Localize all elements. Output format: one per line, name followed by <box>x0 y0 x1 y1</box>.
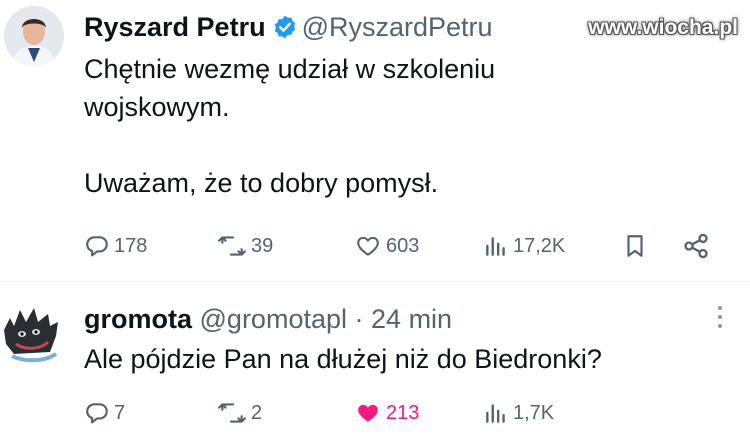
tweet-body: Ale pójdzie Pan na dłużej niż do Biedron… <box>84 340 724 378</box>
author-handle[interactable]: @gromotapl <box>200 304 347 334</box>
views-button[interactable]: 1,7K <box>483 398 554 428</box>
author-name[interactable]: Ryszard Petru <box>84 12 266 42</box>
tweet-header: Ryszard Petru @RyszardPetru <box>84 10 493 48</box>
tweet-ryszard-petru[interactable]: Ryszard Petru @RyszardPetru Chętnie wezmę… <box>0 0 750 282</box>
avatar[interactable] <box>4 6 64 66</box>
verified-badge-icon <box>272 14 298 48</box>
author-name[interactable]: gromota <box>84 304 192 334</box>
like-count: 213 <box>386 401 420 424</box>
repost-count: 39 <box>251 234 274 257</box>
share-button[interactable] <box>682 231 710 261</box>
author-handle[interactable]: @RyszardPetru <box>302 12 493 42</box>
more-icon-dot <box>718 324 722 328</box>
views-icon <box>486 404 505 423</box>
bookmark-icon <box>627 235 643 257</box>
reply-button[interactable]: 178 <box>84 231 147 261</box>
repost-icon <box>218 236 246 256</box>
separator-dot: · <box>354 304 364 334</box>
more-icon <box>718 306 722 310</box>
timestamp[interactable]: 24 min <box>371 304 452 334</box>
tweet-reply-gromota[interactable]: gromota @gromotapl · 24 min Ale pójdzie … <box>0 282 750 448</box>
share-icon <box>684 233 708 259</box>
reply-button[interactable]: 7 <box>84 398 125 428</box>
bookmark-button[interactable] <box>622 231 648 261</box>
repost-button[interactable]: 39 <box>217 231 273 261</box>
tweet-body: Chętnie wezmę udział w szkoleniu wojskow… <box>84 50 644 202</box>
tweet-body-paragraph-2: Uważam, że to dobry pomysł. <box>84 168 439 198</box>
like-count: 603 <box>386 234 420 257</box>
tweet-actions: 178 39 603 17,2K <box>84 231 724 261</box>
repost-button[interactable]: 2 <box>217 398 262 428</box>
avatar-cartoon <box>4 308 58 363</box>
tweet-body-paragraph: Ale pójdzie Pan na dłużej niż do Biedron… <box>84 344 602 374</box>
reply-count: 178 <box>114 234 148 257</box>
site-watermark: www.wiocha.pl <box>588 16 738 39</box>
repost-icon <box>218 403 246 423</box>
views-count: 17,2K <box>513 234 566 257</box>
more-icon-dot <box>718 315 722 319</box>
tweet-header: gromota @gromotapl · 24 min <box>84 302 452 336</box>
views-button[interactable]: 17,2K <box>483 231 565 261</box>
tweet-body-paragraph-1: Chętnie wezmę udział w szkoleniu wojskow… <box>84 54 496 122</box>
like-button[interactable]: 603 <box>354 231 419 261</box>
reply-icon <box>86 236 108 257</box>
views-icon <box>486 237 505 256</box>
like-icon <box>357 236 379 256</box>
avatar-photo <box>4 6 64 66</box>
more-options-button[interactable] <box>716 306 724 336</box>
like-button[interactable]: 213 <box>354 398 419 428</box>
tweet-actions: 7 2 213 1,7K <box>84 398 604 428</box>
reply-count: 7 <box>114 401 126 424</box>
repost-count: 2 <box>251 401 263 424</box>
reply-icon <box>86 403 108 424</box>
views-count: 1,7K <box>513 401 555 424</box>
avatar[interactable] <box>0 300 64 364</box>
like-icon-filled <box>358 404 378 422</box>
